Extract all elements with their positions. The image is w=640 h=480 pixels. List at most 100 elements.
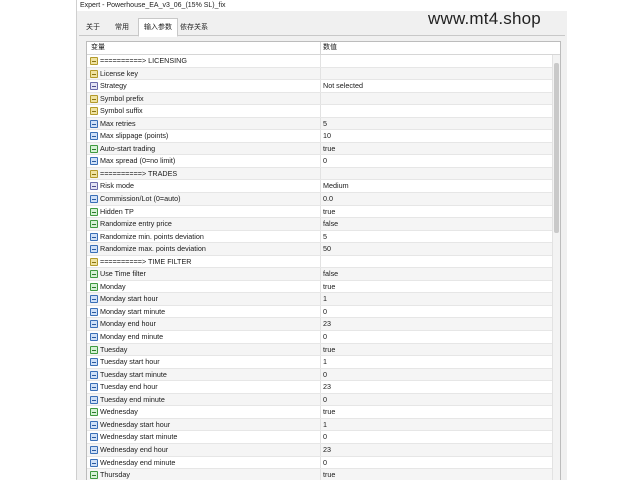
boolean-type-icon [90, 220, 98, 229]
parameter-value[interactable]: 23 [323, 318, 331, 331]
parameter-value[interactable]: 0 [323, 369, 327, 382]
number-type-icon [90, 232, 98, 241]
parameter-value[interactable]: 5 [323, 118, 327, 131]
parameter-value[interactable]: false [323, 218, 338, 231]
parameter-row[interactable]: ==========> TRADES [87, 167, 560, 181]
column-header-value[interactable]: 数值 [323, 42, 337, 54]
parameter-value[interactable]: 0 [323, 431, 327, 444]
inputs-grid: 变量 数值 ==========> LICENSING License key St… [86, 41, 561, 480]
parameter-name: Tuesday end minute [100, 394, 165, 404]
vertical-scrollbar[interactable] [552, 55, 560, 480]
tab-about[interactable]: 关于 [81, 21, 105, 35]
parameter-row[interactable]: Commission/Lot (0=auto) 0.0 [87, 193, 560, 206]
parameter-name: Wednesday end hour [100, 444, 169, 454]
parameter-row[interactable]: Wednesday start hour 1 [87, 418, 560, 432]
parameter-value[interactable]: true [323, 406, 335, 419]
parameter-name: Randomize entry price [100, 219, 172, 229]
parameter-row[interactable]: Monday true [87, 280, 560, 294]
parameter-row[interactable]: Wednesday start minute 0 [87, 431, 560, 444]
tab-inputs[interactable]: 输入参数 [138, 18, 178, 37]
parameter-row[interactable]: Auto-start trading true [87, 142, 560, 156]
parameter-row[interactable]: Max slippage (points) 10 [87, 130, 560, 143]
cell-divider [320, 280, 321, 293]
parameter-value[interactable]: false [323, 268, 338, 281]
parameter-row[interactable]: Use Time filter false [87, 268, 560, 281]
parameter-row[interactable]: Wednesday end hour 23 [87, 443, 560, 457]
string-type-icon [90, 69, 98, 78]
parameter-value[interactable]: 0 [323, 331, 327, 344]
parameter-row[interactable]: ==========> TIME FILTER [87, 255, 560, 269]
tab-dependencies[interactable]: 依存关系 [175, 21, 213, 35]
parameter-value[interactable]: true [323, 206, 335, 219]
parameter-value[interactable]: 0 [323, 457, 327, 470]
parameter-row[interactable]: ==========> LICENSING [87, 55, 560, 68]
parameter-value[interactable]: true [323, 143, 335, 156]
parameter-row[interactable]: Monday end hour 23 [87, 318, 560, 332]
parameter-name: Randomize min. points deviation [100, 231, 204, 241]
scrollbar-thumb[interactable] [554, 63, 559, 233]
parameter-value[interactable]: 5 [323, 231, 327, 244]
parameter-name: Thursday [100, 470, 130, 480]
cell-divider [320, 293, 321, 305]
column-header-variable[interactable]: 变量 [91, 42, 105, 54]
parameter-row[interactable]: Risk mode Medium [87, 180, 560, 194]
parameter-row[interactable]: Wednesday end minute 0 [87, 456, 560, 470]
parameter-row[interactable]: Symbol suffix [87, 105, 560, 118]
column-divider[interactable] [320, 42, 321, 54]
parameter-name: Auto-start trading [100, 143, 156, 153]
background-left [0, 0, 76, 480]
cell-divider [320, 230, 321, 243]
parameter-value[interactable]: 50 [323, 243, 331, 256]
parameter-value[interactable]: 0.0 [323, 193, 333, 206]
parameter-row[interactable]: License key [87, 67, 560, 81]
parameter-row[interactable]: Tuesday start hour 1 [87, 356, 560, 369]
parameter-row[interactable]: Monday start hour 1 [87, 293, 560, 306]
parameter-name: Tuesday [100, 344, 128, 354]
parameter-row[interactable]: Symbol prefix [87, 92, 560, 106]
cell-divider [320, 80, 321, 92]
parameter-value[interactable]: true [323, 344, 335, 357]
parameter-value[interactable]: 0 [323, 155, 327, 168]
parameter-value[interactable]: Not selected [323, 80, 363, 93]
parameter-value[interactable]: 23 [323, 381, 331, 394]
parameter-row[interactable]: Tuesday end hour 23 [87, 381, 560, 394]
parameter-row[interactable]: Max retries 5 [87, 117, 560, 131]
parameter-row[interactable]: Tuesday end minute 0 [87, 393, 560, 407]
parameter-value[interactable]: 1 [323, 356, 327, 369]
parameter-row[interactable]: Wednesday true [87, 406, 560, 419]
parameter-value[interactable]: 1 [323, 419, 327, 432]
cell-divider [320, 443, 321, 456]
parameter-row[interactable]: Strategy Not selected [87, 80, 560, 93]
parameter-row[interactable]: Tuesday true [87, 343, 560, 357]
parameter-row[interactable]: Thursday true [87, 469, 560, 480]
parameter-value[interactable]: 0 [323, 306, 327, 319]
parameter-row[interactable]: Tuesday start minute 0 [87, 368, 560, 382]
parameter-value[interactable]: 10 [323, 130, 331, 143]
parameter-name: Monday [100, 281, 126, 291]
number-type-icon [90, 395, 98, 404]
watermark-text: www.mt4.shop [428, 9, 541, 28]
number-type-icon [90, 433, 98, 442]
parameter-row[interactable]: Randomize min. points deviation 5 [87, 230, 560, 244]
parameter-row[interactable]: Randomize entry price false [87, 218, 560, 231]
cell-divider [320, 105, 321, 117]
parameter-name: License key [100, 68, 138, 78]
parameter-value[interactable]: 1 [323, 293, 327, 306]
cell-divider [320, 55, 321, 67]
parameter-value[interactable]: 0 [323, 394, 327, 407]
tab-common[interactable]: 常用 [110, 21, 134, 35]
cell-divider [320, 255, 321, 268]
parameter-name: Symbol suffix [100, 106, 143, 116]
parameter-row[interactable]: Monday end minute 0 [87, 331, 560, 344]
parameter-row[interactable]: Monday start minute 0 [87, 305, 560, 319]
parameter-value[interactable]: Medium [323, 180, 349, 193]
parameter-row[interactable]: Randomize max. points deviation 50 [87, 243, 560, 256]
grid-header: 变量 数值 [87, 42, 560, 55]
parameter-value[interactable]: 23 [323, 444, 331, 457]
parameter-row[interactable]: Hidden TP true [87, 205, 560, 219]
parameter-value[interactable]: true [323, 281, 335, 294]
parameter-row[interactable]: Max spread (0=no limit) 0 [87, 155, 560, 168]
parameter-name: Monday start hour [100, 294, 158, 304]
parameter-value[interactable]: true [323, 469, 335, 480]
cell-divider [320, 268, 321, 280]
